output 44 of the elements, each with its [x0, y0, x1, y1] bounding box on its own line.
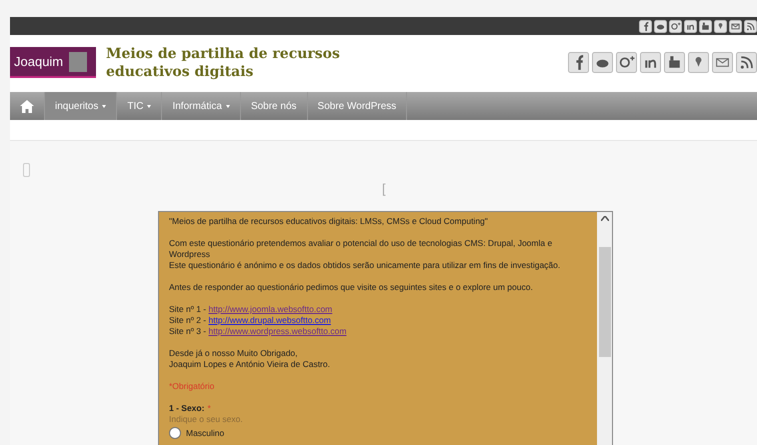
site-link[interactable]: http://www.joomla.websoftto.com — [208, 304, 332, 314]
scroll-up-icon[interactable] — [600, 216, 608, 221]
nav-tab[interactable]: Informática — [162, 92, 241, 120]
site-link[interactable]: http://www.wordpress.websoftto.com — [208, 326, 346, 336]
map-pin-icon[interactable] — [688, 52, 709, 73]
facebook-icon[interactable] — [639, 20, 652, 32]
radio-button[interactable] — [169, 427, 181, 439]
paragraph-text: Com este questionário pretendemos avaliar o potencial do uso de tecnologias CMS: Drupal, Joomla e Wordpress — [169, 238, 554, 260]
question-title: 1 - Sexo: — [169, 403, 204, 414]
mail-icon[interactable] — [729, 20, 742, 32]
required-note: *Obrigatório — [169, 381, 216, 392]
map-pin-icon[interactable] — [714, 20, 727, 32]
google-plus-icon[interactable] — [616, 52, 637, 73]
logo-text: Joaquim — [14, 52, 64, 71]
paragraph-text: Antes de responder ao questionário pedimos que visite os seguintes sites e o explore um pouco. — [169, 282, 534, 293]
site-label: Site nº 1 - — [169, 304, 208, 314]
rss-icon[interactable] — [744, 20, 757, 32]
site-label: Site nº 3 - — [169, 326, 208, 336]
photo-placeholder — [69, 52, 88, 72]
required-mark: * — [207, 403, 211, 414]
nav-tab[interactable]: Sobre WordPress — [308, 92, 408, 120]
paragraph-text: Desde já o nosso Muito Obrigado, — [169, 348, 299, 359]
site-label: Site nº 2 - — [169, 315, 208, 325]
facebook-icon[interactable] — [568, 52, 589, 73]
scrollbar[interactable] — [597, 212, 612, 445]
paragraph-text: "Meios de partilha de recursos educativos digitais: LMSs, CMSs e Cloud Computing" — [169, 216, 489, 227]
mail-icon[interactable] — [712, 52, 733, 73]
scrollbar-thumb[interactable] — [598, 247, 610, 357]
bracket-text: [ — [382, 180, 386, 198]
paragraph-text: Joaquim Lopes e António Vieira de Castro. — [169, 359, 331, 370]
linkedin-icon[interactable] — [684, 20, 697, 32]
rss-icon[interactable] — [736, 52, 757, 73]
option-label: Masculino — [186, 428, 224, 438]
nav-tab[interactable]: Sobre nós — [240, 92, 308, 120]
site-link[interactable]: http://www.drupal.websoftto.com — [208, 315, 331, 325]
placeholder-frame — [23, 163, 30, 177]
linkedin-icon[interactable] — [640, 52, 661, 73]
google-plus-icon[interactable] — [669, 20, 682, 32]
question-help: Indique o seu sexo. — [169, 414, 244, 425]
nav-tab[interactable]: inqueritos — [45, 92, 118, 120]
nav-tab[interactable]: TIC — [117, 92, 162, 120]
site-title[interactable]: Meios de partilha de recursos educativos digitais — [106, 44, 366, 80]
logo-badge[interactable]: Joaquim — [10, 47, 96, 78]
paragraph-text: Este questionário é anónimo e os dados obtidos serão unicamente para utilizar em fins de investigação. — [169, 260, 562, 271]
